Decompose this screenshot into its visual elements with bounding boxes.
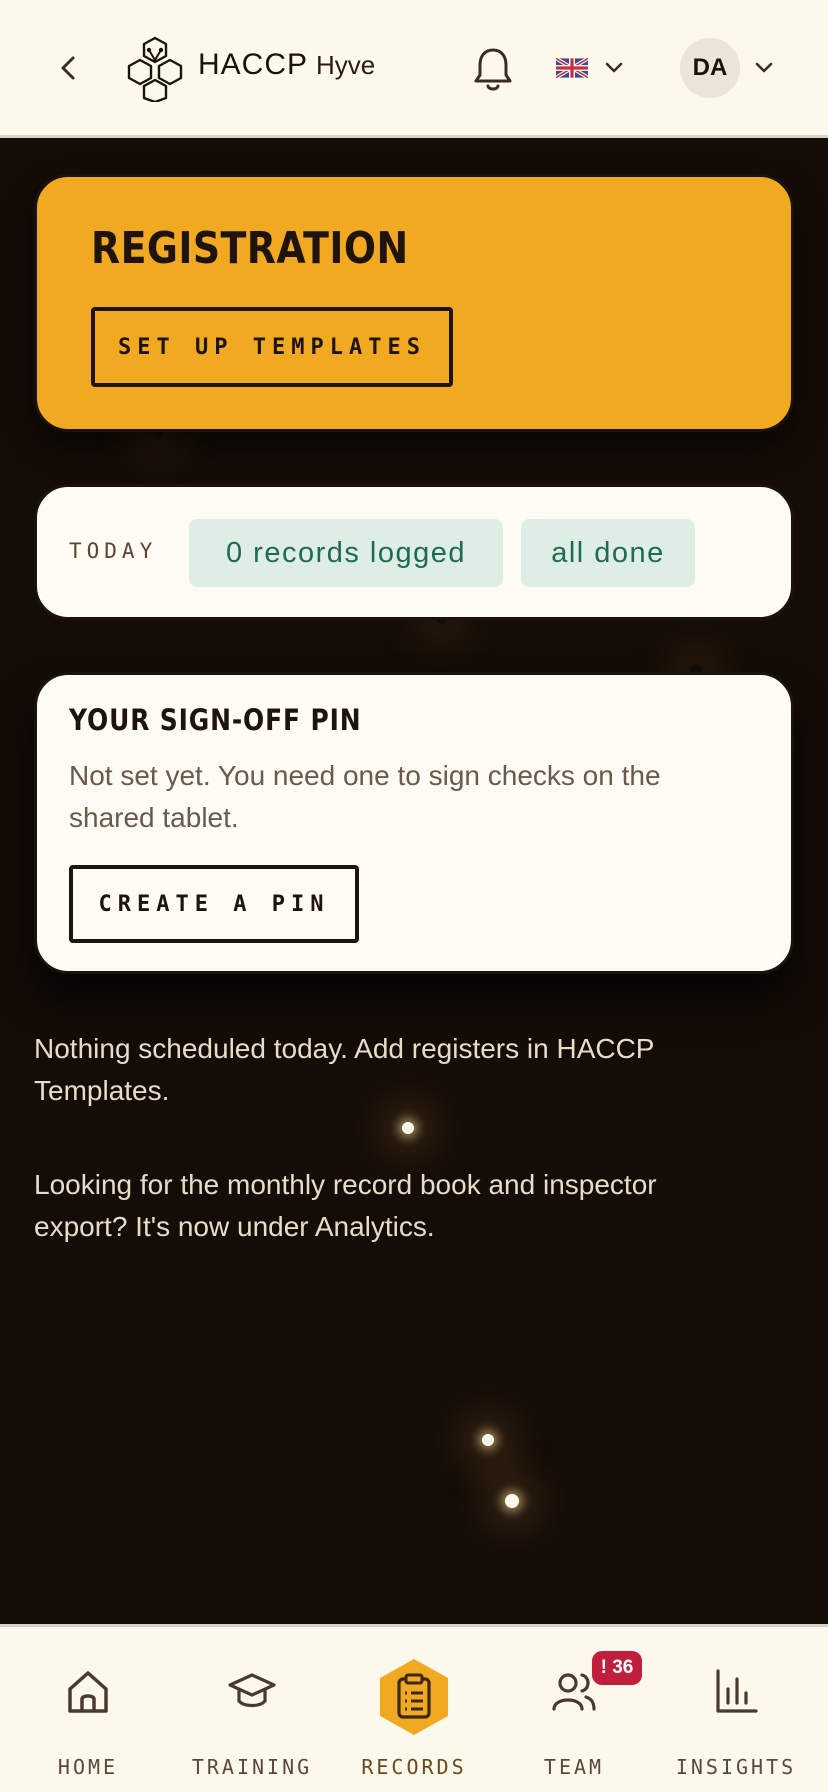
nav-item-home[interactable]: HOME [8,1627,168,1792]
nav-label: TRAINING [191,1755,313,1779]
decorative-glow [505,1494,519,1508]
nav-label: HOME [57,1755,119,1779]
bell-icon[interactable] [470,44,516,94]
registration-card: REGISTRATION SET UP TEMPLATES [34,174,794,432]
create-pin-button[interactable]: CREATE A PIN [69,865,359,943]
chevron-down-icon [755,62,773,73]
back-button[interactable] [50,50,86,86]
team-notification-badge: ! 36 [592,1651,642,1685]
set-up-templates-button[interactable]: SET UP TEMPLATES [91,307,453,387]
nav-label: INSIGHTS [675,1755,797,1779]
nav-item-training[interactable]: TRAINING [172,1627,332,1792]
graduation-cap-icon [228,1673,276,1708]
brand-name: HACCP Hyve [198,48,375,88]
bar-chart-icon [716,1669,758,1713]
brand-main-text: HACCP [198,48,309,81]
nav-label: RECORDS [361,1755,467,1779]
chevron-left-icon [61,56,75,80]
pin-title: YOUR SIGN-OFF PIN [69,703,362,737]
records-logged-chip: 0 records logged [189,519,503,587]
pin-description: Not set yet. You need one to sign checks… [69,760,661,833]
language-selector[interactable] [556,50,636,86]
sign-off-pin-card: YOUR SIGN-OFF PIN Not set yet. You need … [34,672,794,974]
honeycomb-logo-icon[interactable] [122,34,188,102]
analytics-message: Looking for the monthly record book and … [34,1169,657,1242]
top-header: HACCP Hyve DA [0,0,828,138]
avatar: DA [680,38,740,98]
clipboard-icon [380,1659,448,1735]
status-chip: all done [521,519,695,587]
nav-item-records[interactable]: RECORDS [334,1627,494,1792]
registration-title: REGISTRATION [91,223,409,274]
today-label: TODAY [69,539,158,563]
brand-sub-text: Hyve [316,50,376,80]
user-menu[interactable]: DA [680,38,774,98]
decorative-glow [402,1122,414,1134]
chevron-down-icon [605,62,623,73]
nav-item-insights[interactable]: INSIGHTS [656,1627,816,1792]
nav-label: TEAM [543,1755,605,1779]
decorative-glow [482,1434,494,1446]
bottom-navigation: HOME TRAINING RECORDS ! 36 TEAM INSIGHTS [0,1624,828,1792]
uk-flag-icon [556,58,588,78]
nav-item-team[interactable]: ! 36 TEAM [494,1627,654,1792]
today-summary-card: TODAY 0 records logged all done [34,484,794,620]
schedule-message: Nothing scheduled today. Add registers i… [34,1033,654,1106]
home-icon [68,1671,108,1713]
